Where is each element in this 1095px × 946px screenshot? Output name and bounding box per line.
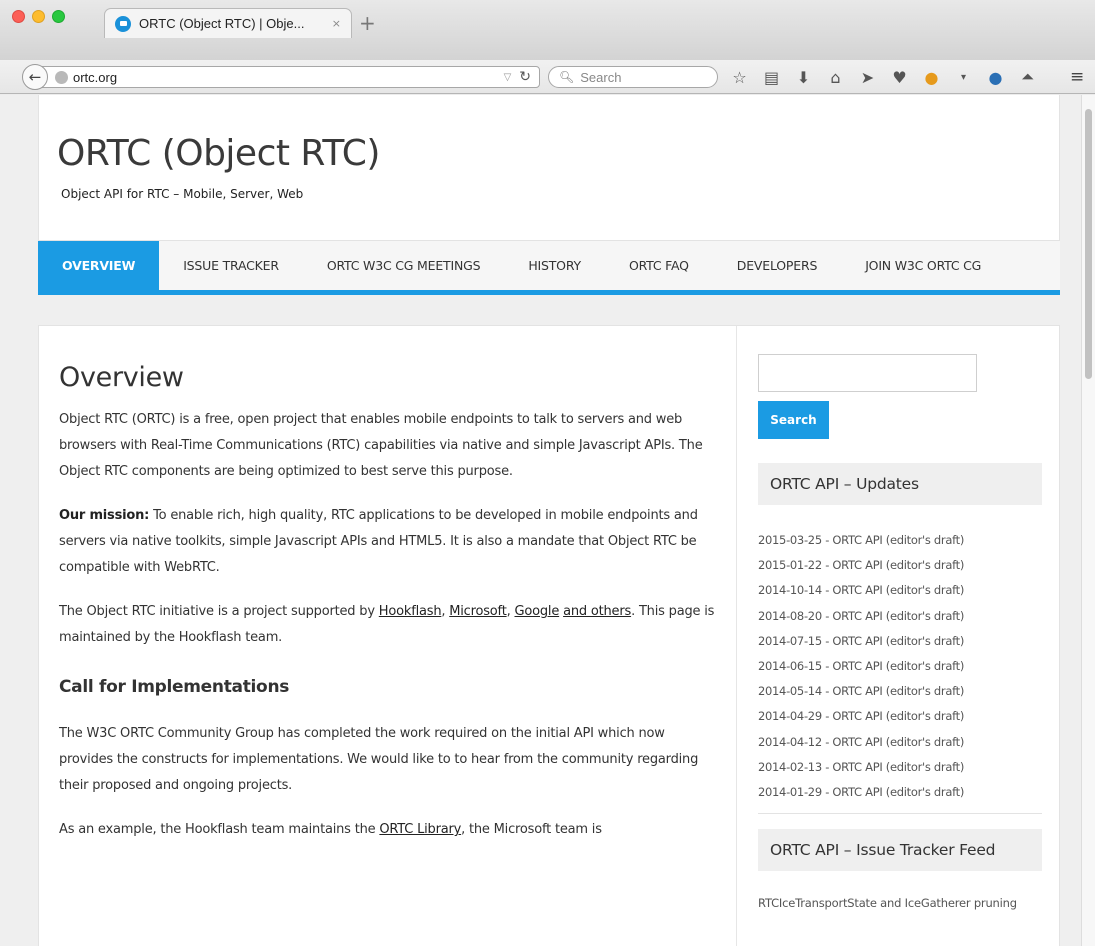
google-link[interactable]: Google: [514, 604, 559, 619]
nav-item-history[interactable]: HISTORY: [504, 241, 605, 290]
nav-item-meetings[interactable]: ORTC W3C CG MEETINGS: [303, 241, 505, 290]
update-link[interactable]: 2014-04-29 - ORTC API (editor's draft): [758, 704, 1042, 729]
close-tab-icon[interactable]: ×: [332, 17, 341, 30]
minimize-window-button[interactable]: [32, 10, 45, 23]
nav-item-join[interactable]: JOIN W3C ORTC CG: [841, 241, 1005, 290]
pocket-icon[interactable]: ♥: [890, 68, 909, 87]
sidebar-search-button[interactable]: Search: [758, 401, 829, 439]
mission-text: To enable rich, high quality, RTC applic…: [59, 508, 698, 575]
page-title: Overview: [59, 362, 184, 393]
page-scrollbar[interactable]: [1081, 95, 1095, 946]
updates-widget-title: ORTC API – Updates: [758, 463, 1042, 505]
sidebar-search-input[interactable]: [758, 354, 977, 392]
supporters-paragraph: The Object RTC initiative is a project s…: [59, 599, 719, 651]
update-link[interactable]: 2015-03-25 - ORTC API (editor's draft): [758, 528, 1042, 553]
microsoft-link[interactable]: Microsoft: [449, 604, 507, 619]
toolbar-icons: ☆ ▤ ⬇ ⌂ ➤ ♥ ● ▾ ● ⏶: [730, 67, 1037, 87]
mission-paragraph: Our mission: To enable rich, high qualit…: [59, 503, 719, 581]
nav-item-overview[interactable]: OVERVIEW: [38, 241, 160, 290]
close-window-button[interactable]: [12, 10, 25, 23]
navigation-toolbar: ortc.org ▽ ↻ ← 🔍︎ Search ☆ ▤ ⬇ ⌂ ➤ ♥ ● ▾…: [0, 60, 1095, 94]
update-link[interactable]: 2014-08-20 - ORTC API (editor's draft): [758, 604, 1042, 629]
search-placeholder: Search: [580, 69, 622, 85]
issue-feed-link[interactable]: RTCIceTransportState and IceGatherer pru…: [758, 890, 1042, 916]
page-viewport: ORTC (Object RTC) Object API for RTC – M…: [0, 95, 1095, 946]
back-arrow-icon: ←: [28, 68, 42, 86]
implementations-paragraph: The W3C ORTC Community Group has complet…: [59, 726, 699, 793]
issues-widget-title: ORTC API – Issue Tracker Feed: [758, 829, 1042, 871]
main-navigation: OVERVIEW ISSUE TRACKER ORTC W3C CG MEETI…: [38, 241, 1060, 295]
url-text[interactable]: ortc.org: [73, 70, 504, 85]
update-link[interactable]: 2014-10-14 - ORTC API (editor's draft): [758, 578, 1042, 603]
supporters-text: The Object RTC initiative is a project s…: [59, 604, 379, 619]
site-title[interactable]: ORTC (Object RTC): [57, 133, 380, 174]
scrollbar-thumb[interactable]: [1085, 109, 1092, 379]
update-link[interactable]: 2015-01-22 - ORTC API (editor's draft): [758, 553, 1042, 578]
example-paragraph: As an example, the Hookflash team mainta…: [59, 817, 719, 843]
url-dropdown-icon[interactable]: ▽: [504, 72, 512, 83]
content-area: Overview Object RTC (ORTC) is a free, op…: [38, 325, 1060, 946]
favicon-icon: [115, 15, 131, 32]
abp-icon[interactable]: ⏶: [1018, 67, 1037, 87]
browser-tab[interactable]: ORTC (Object RTC) | Obje... ×: [104, 8, 352, 38]
download-icon[interactable]: ⬇: [794, 68, 813, 87]
update-link[interactable]: 2014-05-14 - ORTC API (editor's draft): [758, 679, 1042, 704]
nav-item-issue-tracker[interactable]: ISSUE TRACKER: [159, 241, 303, 290]
search-icon: 🔍︎: [559, 70, 575, 84]
update-link[interactable]: 2014-01-29 - ORTC API (editor's draft): [758, 780, 1042, 805]
title-bar: ORTC (Object RTC) | Obje... × +: [0, 0, 1095, 60]
ortc-library-link[interactable]: ORTC Library: [379, 822, 461, 837]
update-link[interactable]: 2014-07-15 - ORTC API (editor's draft): [758, 629, 1042, 654]
site-header: ORTC (Object RTC) Object API for RTC – M…: [38, 95, 1060, 241]
hookflash-link[interactable]: Hookflash: [379, 604, 442, 619]
update-link[interactable]: 2014-04-12 - ORTC API (editor's draft): [758, 730, 1042, 755]
others-link[interactable]: and others: [563, 604, 631, 619]
reading-list-icon[interactable]: ▤: [762, 68, 781, 87]
sidebar: Search ORTC API – Updates 2015-03-25 - O…: [736, 326, 1060, 946]
mission-label: Our mission:: [59, 508, 150, 523]
main-content: Overview Object RTC (ORTC) is a free, op…: [59, 362, 719, 861]
star-icon[interactable]: ☆: [730, 68, 749, 87]
tab-title: ORTC (Object RTC) | Obje...: [139, 16, 305, 31]
home-icon[interactable]: ⌂: [826, 68, 845, 87]
back-button[interactable]: ←: [22, 64, 48, 90]
send-icon[interactable]: ➤: [858, 68, 877, 87]
dropdown-icon[interactable]: ▾: [954, 72, 973, 83]
site-description: Object API for RTC – Mobile, Server, Web: [61, 187, 304, 201]
section-title: Call for Implementations: [59, 677, 290, 697]
reload-icon[interactable]: ↻: [519, 69, 531, 85]
example-text-end: , the Microsoft team is: [461, 822, 602, 837]
new-tab-button[interactable]: +: [359, 11, 376, 35]
maximize-window-button[interactable]: [52, 10, 65, 23]
example-text: As an example, the Hookflash team mainta…: [59, 822, 380, 837]
update-link[interactable]: 2014-06-15 - ORTC API (editor's draft): [758, 654, 1042, 679]
search-bar[interactable]: 🔍︎ Search: [548, 66, 718, 88]
globe-icon[interactable]: ●: [986, 68, 1005, 87]
nav-item-developers[interactable]: DEVELOPERS: [713, 241, 841, 290]
update-link[interactable]: 2014-02-13 - ORTC API (editor's draft): [758, 755, 1042, 780]
browser-window: ORTC (Object RTC) | Obje... × + ortc.org…: [0, 0, 1095, 946]
url-bar[interactable]: ortc.org ▽ ↻: [38, 66, 540, 88]
nav-item-faq[interactable]: ORTC FAQ: [605, 241, 713, 290]
extension-icon[interactable]: ●: [922, 68, 941, 87]
hamburger-menu-icon[interactable]: ≡: [1070, 67, 1084, 87]
updates-list: 2015-03-25 - ORTC API (editor's draft) 2…: [758, 528, 1042, 815]
intro-paragraph: Object RTC (ORTC) is a free, open projec…: [59, 412, 703, 479]
site-identity-icon[interactable]: [55, 70, 68, 84]
